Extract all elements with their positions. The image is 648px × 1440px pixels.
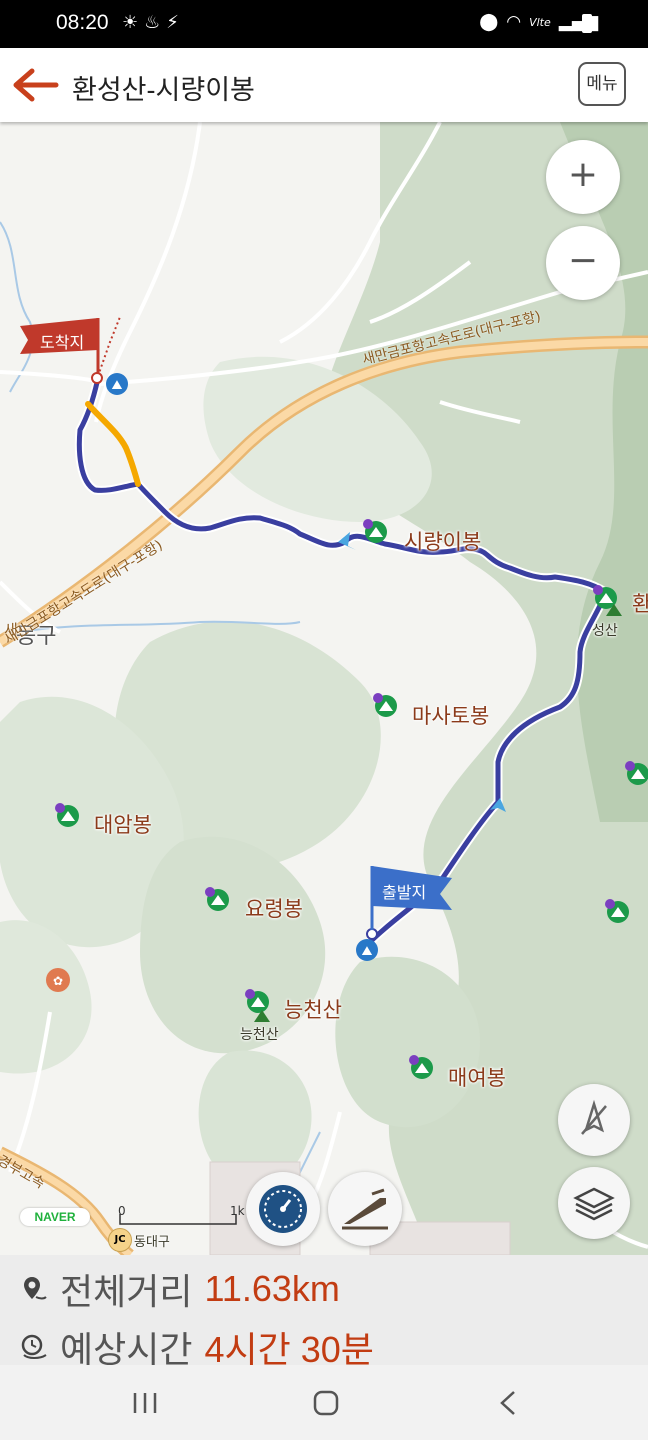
zoom-in-button[interactable]: + (546, 140, 620, 214)
peak-label: 시량이봉 (404, 531, 482, 554)
elevation-icon (342, 1188, 388, 1230)
status-bar: 08:20 ☀♨⚡ ⬤ ◠ Vlte ▂▄▆ (0, 0, 648, 48)
peak-label: 요령봉 (245, 898, 303, 921)
peak-label: 대암봉 (94, 814, 152, 837)
peak-label: 매여봉 (448, 1067, 506, 1090)
compass-button[interactable] (558, 1084, 630, 1156)
terrain-shading (0, 122, 648, 1255)
peak-sublabel: 능천산 (240, 1026, 279, 1042)
jc-badge: JC (108, 1228, 132, 1252)
end-point-marker (91, 372, 103, 384)
speedometer-icon (259, 1185, 307, 1233)
wifi-icon: ◠ (506, 12, 522, 32)
recent-apps-icon[interactable] (130, 1391, 160, 1415)
network-label: Vlte (529, 15, 551, 29)
system-nav-bar (0, 1365, 648, 1440)
svg-text:✿: ✿ (53, 974, 63, 988)
menu-button[interactable]: 메뉴 (578, 62, 626, 106)
svg-text:⛰: ⛰ (112, 378, 123, 393)
signal-icon: ▂▄▆ (558, 12, 598, 32)
app-bar: 환성산-시량이봉 메뉴 (0, 48, 648, 122)
layers-button[interactable] (558, 1167, 630, 1239)
peak-label: 마사토봉 (412, 705, 490, 728)
elevation-button[interactable] (328, 1172, 402, 1246)
map-view[interactable]: ⛰ ⛰ ✿ 도착지 출발지 시량이봉 마사토봉 대암봉 요령봉 능천산 매여봉 … (0, 122, 648, 1255)
battery-icon (582, 14, 592, 33)
distance-value: 11.63km (204, 1268, 340, 1309)
peak-label: 환 (632, 593, 648, 616)
status-indicators: ⬤ ◠ Vlte ▂▄▆ (479, 12, 598, 32)
scale-end-label: 1k (230, 1204, 245, 1218)
peak-label: 능천산 (284, 999, 342, 1022)
map-canvas[interactable]: ⛰ ⛰ ✿ (0, 122, 648, 1255)
end-flag-label: 도착지 (40, 335, 85, 352)
compass-off-icon (581, 1099, 607, 1135)
start-point-marker (366, 928, 378, 940)
location-icon: ⬤ (479, 12, 499, 32)
notification-icons: ☀♨⚡ (122, 12, 185, 33)
trail-dotted (97, 316, 121, 377)
status-time: 08:20 (56, 11, 109, 34)
back-button[interactable] (10, 64, 60, 106)
start-flag-label: 출발지 (382, 885, 427, 902)
arrow-left-icon (13, 68, 59, 102)
distance-row: 전체거리 11.63km (18, 1263, 340, 1315)
naver-logo: NAVER (20, 1208, 90, 1226)
page-title: 환성산-시량이봉 (72, 75, 255, 105)
clock-icon (21, 1334, 47, 1359)
back-nav-icon[interactable] (496, 1389, 520, 1417)
svg-text:⛰: ⛰ (362, 944, 373, 959)
scale-start-label: 0 (118, 1204, 126, 1218)
zoom-out-button[interactable]: − (546, 226, 620, 300)
speedometer-button[interactable] (246, 1172, 320, 1246)
layers-icon (573, 1187, 615, 1221)
distance-label: 전체거리 (60, 1271, 193, 1312)
jc-label: 동대구 (134, 1234, 170, 1249)
location-pin-icon (24, 1277, 47, 1300)
peak-sublabel: 성산 (592, 622, 618, 638)
home-icon[interactable] (312, 1389, 340, 1417)
route-info-panel: 전체거리 11.63km 예상시간 4시간 30분 (0, 1255, 648, 1370)
